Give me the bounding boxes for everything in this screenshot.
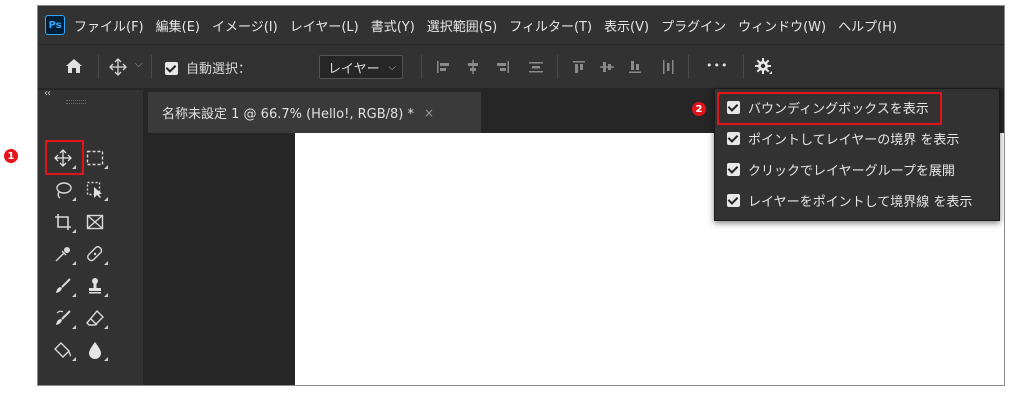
logo-text: Ps	[48, 19, 62, 31]
bounding-box-option-highlight	[717, 92, 942, 125]
lasso-tool-button[interactable]	[51, 178, 76, 202]
distribute-horizontal-icon[interactable]	[660, 59, 676, 75]
paint-bucket-tool-button[interactable]	[51, 338, 76, 362]
align-top-edges-icon[interactable]	[571, 59, 587, 75]
menu-view[interactable]: 表示(V)	[604, 16, 649, 35]
home-icon[interactable]	[65, 58, 83, 78]
photoshop-window: Ps ファイル(F) 編集(E) イメージ(I) レイヤー(L) 書式(Y) 選…	[37, 5, 1005, 386]
option-label: クリックでレイヤーグループを展開	[748, 163, 955, 179]
auto-select-checkbox[interactable]	[165, 58, 178, 77]
healing-brush-tool-button[interactable]	[83, 242, 108, 266]
align-vertical-centers-icon[interactable]	[599, 59, 615, 75]
menu-plugins[interactable]: プラグイン	[661, 16, 726, 35]
brush-tool-button[interactable]	[51, 274, 76, 298]
checkbox-icon	[165, 62, 178, 75]
menu-image[interactable]: イメージ(I)	[212, 16, 278, 35]
move-tool-highlight	[45, 140, 84, 175]
checkbox-icon[interactable]	[727, 131, 740, 145]
option-label: ポイントしてレイヤーの境界 を表示	[748, 132, 960, 148]
badge-1-text: 1	[7, 150, 15, 162]
clone-stamp-tool-button[interactable]	[83, 274, 108, 298]
checkbox-icon[interactable]	[727, 162, 740, 176]
panel-grip[interactable]	[66, 100, 86, 104]
workspace-pasteboard	[143, 90, 295, 385]
divider	[421, 55, 422, 79]
option-show-border-on-hover[interactable]: レイヤーをポイントして境界線 を表示	[727, 189, 972, 211]
divider	[98, 55, 99, 79]
more-options-button[interactable]: •••	[706, 59, 728, 72]
menu-help[interactable]: ヘルプ(H)	[838, 16, 897, 35]
align-horizontal-centers-icon[interactable]	[465, 59, 481, 75]
menu-edit[interactable]: 編集(E)	[156, 16, 200, 35]
close-icon[interactable]: ×	[424, 106, 434, 120]
menu-bar: Ps ファイル(F) 編集(E) イメージ(I) レイヤー(L) 書式(Y) 選…	[38, 6, 1004, 44]
crop-tool-button[interactable]	[51, 210, 76, 234]
annotation-badge-2: 2	[692, 102, 706, 116]
frame-tool-button	[83, 210, 107, 234]
annotation-badge-1: 1	[4, 149, 18, 163]
option-expand-layer-groups-on-click[interactable]: クリックでレイヤーグループを展開	[727, 158, 955, 180]
distribute-vertical-icon[interactable]	[528, 59, 544, 75]
align-right-edges-icon[interactable]	[495, 59, 511, 75]
option-label: レイヤーをポイントして境界線 を表示	[748, 194, 973, 210]
divider	[151, 55, 152, 79]
auto-select-label: 自動選択：	[186, 62, 252, 77]
checkbox-icon[interactable]	[727, 193, 740, 207]
auto-select-target-select[interactable]: レイヤー ⌵	[319, 55, 403, 79]
align-left-edges-icon[interactable]	[435, 59, 451, 75]
divider	[743, 55, 744, 79]
menu-window[interactable]: ウィンドウ(W)	[738, 16, 826, 35]
menu-type[interactable]: 書式(Y)	[371, 16, 415, 35]
marquee-tool-button[interactable]	[83, 146, 108, 170]
align-bottom-edges-icon[interactable]	[627, 59, 643, 75]
options-bar: ⌵ 自動選択： レイヤー ⌵ •••	[38, 44, 1004, 88]
gear-icon[interactable]	[754, 57, 774, 81]
menu-file[interactable]: ファイル(F)	[74, 16, 144, 35]
select-value: レイヤー	[328, 61, 380, 77]
object-selection-tool-button[interactable]	[83, 178, 108, 202]
menu-select[interactable]: 選択範囲(S)	[427, 16, 497, 35]
chevron-down-icon: ⌵	[388, 61, 396, 73]
collapse-panel-button[interactable]: ‹‹	[44, 88, 51, 99]
eyedropper-tool-button[interactable]	[51, 242, 76, 266]
badge-2-text: 2	[695, 103, 703, 115]
divider	[557, 55, 558, 79]
document-tab[interactable]: 名称未設定 1 @ 66.7% (Hello!, RGB/8) * ×	[148, 92, 481, 133]
blur-tool-button[interactable]	[83, 338, 108, 362]
document-tab-title: 名称未設定 1 @ 66.7% (Hello!, RGB/8) *	[162, 107, 414, 122]
option-show-layer-bounds-on-hover[interactable]: ポイントしてレイヤーの境界 を表示	[727, 127, 959, 149]
photoshop-logo-icon[interactable]: Ps	[45, 15, 65, 35]
divider	[688, 55, 689, 79]
eraser-tool-button[interactable]	[83, 306, 108, 330]
history-brush-tool-button[interactable]	[51, 306, 76, 330]
menu-layer[interactable]: レイヤー(L)	[290, 16, 359, 35]
menu-filter[interactable]: フィルター(T)	[509, 16, 592, 35]
move-tool-preset-icon[interactable]	[109, 58, 127, 80]
chevron-down-icon[interactable]: ⌵	[135, 59, 143, 70]
